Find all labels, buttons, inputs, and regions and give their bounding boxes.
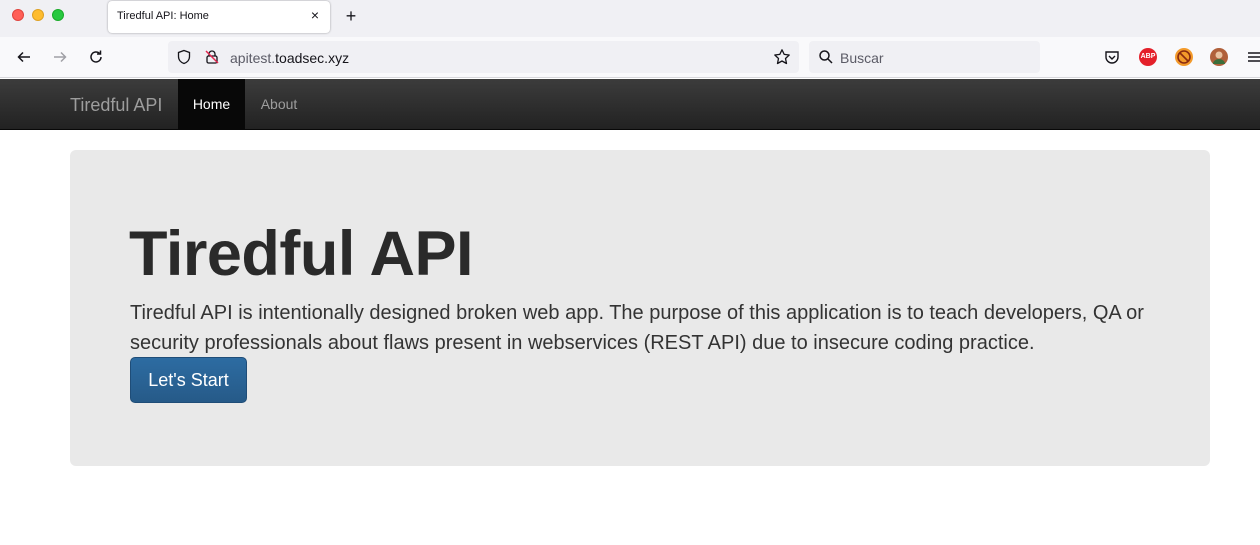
back-icon[interactable] — [14, 47, 34, 67]
extension-icon[interactable] — [1175, 48, 1193, 66]
lock-icon[interactable] — [202, 47, 222, 67]
pocket-icon[interactable] — [1102, 47, 1122, 67]
forward-icon[interactable] — [50, 47, 70, 67]
window-maximize-button[interactable] — [52, 9, 64, 21]
menu-icon[interactable] — [1244, 47, 1260, 67]
tab-title: Tiredful API: Home — [117, 10, 209, 22]
nav-item-about[interactable]: About — [245, 79, 313, 129]
browser-toolbar: apitest.toadsec.xyz Buscar ABP — [0, 37, 1260, 78]
search-icon — [816, 47, 836, 67]
tab-close-icon[interactable]: × — [308, 8, 322, 22]
lets-start-button[interactable]: Let's Start — [130, 357, 247, 403]
new-tab-button[interactable]: + — [341, 6, 361, 26]
window-minimize-button[interactable] — [32, 9, 44, 21]
nav-item-home[interactable]: Home — [178, 79, 245, 129]
intro-text: Tiredful API is intentionally designed b… — [130, 302, 1144, 354]
jumbotron: Tiredful API Tiredful API is intentional… — [70, 150, 1210, 466]
url-host: toadsec.xyz — [275, 50, 350, 66]
shield-icon[interactable] — [174, 47, 194, 67]
navbar-brand[interactable]: Tiredful API — [70, 95, 162, 116]
url-bar[interactable]: apitest.toadsec.xyz — [168, 41, 799, 73]
adblock-label: ABP — [1140, 53, 1156, 60]
site-navbar: Tiredful API Home About — [0, 79, 1260, 130]
search-placeholder: Buscar — [840, 50, 884, 66]
url-text: apitest.toadsec.xyz — [230, 50, 349, 66]
browser-tab[interactable]: Tiredful API: Home × — [108, 1, 330, 33]
avatar-icon[interactable] — [1210, 48, 1228, 66]
bookmark-star-icon[interactable] — [772, 47, 792, 67]
adblock-icon[interactable]: ABP — [1139, 48, 1157, 66]
browser-tab-strip: Tiredful API: Home × + — [0, 0, 1260, 37]
url-prefix: apitest. — [230, 50, 276, 66]
reload-icon[interactable] — [86, 47, 106, 67]
search-bar[interactable]: Buscar — [809, 41, 1040, 73]
page-title: Tiredful API — [129, 219, 474, 289]
window-close-button[interactable] — [12, 9, 24, 21]
